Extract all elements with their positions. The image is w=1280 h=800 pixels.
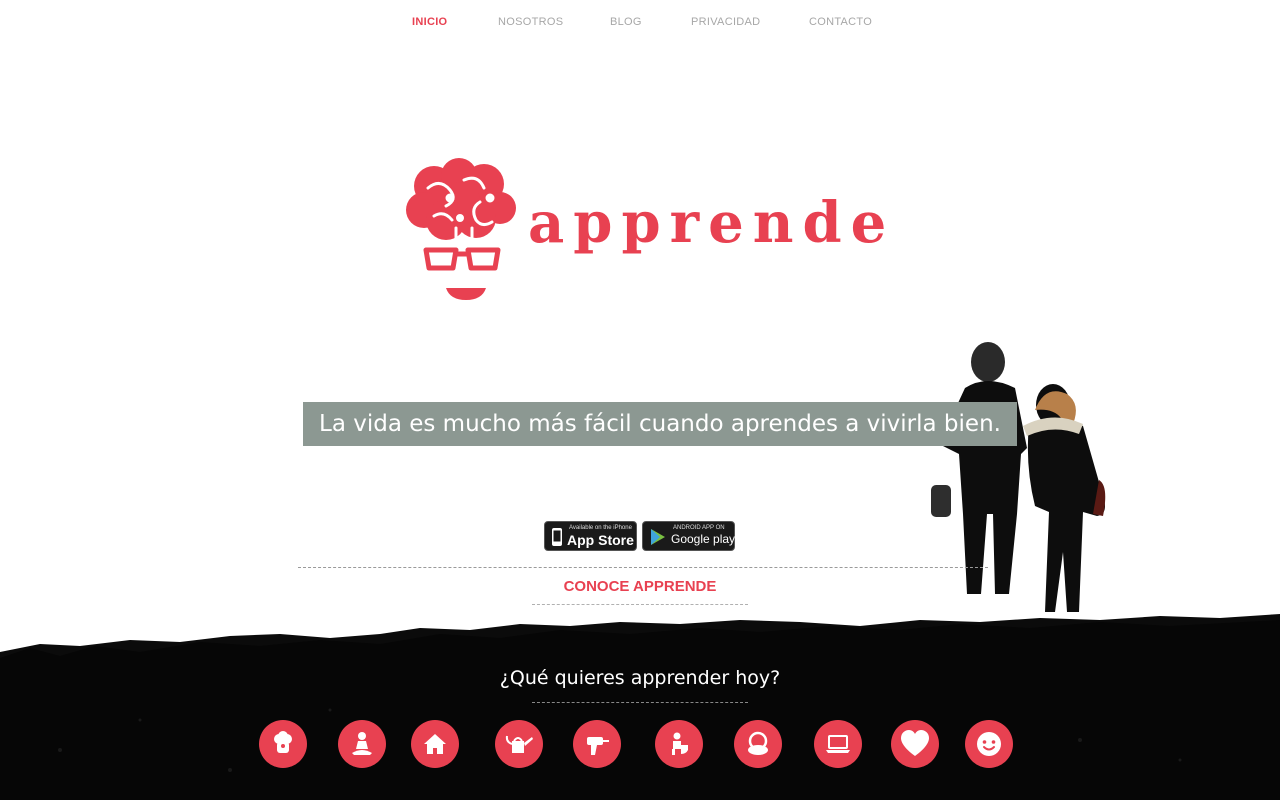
- category-hogar[interactable]: [411, 720, 459, 768]
- app-store-caption: Available on the iPhone: [569, 525, 632, 531]
- google-play-caption: ANDROID APP ON: [673, 525, 725, 531]
- chef-hat-icon: [274, 731, 292, 753]
- category-belleza[interactable]: [734, 720, 782, 768]
- brand-wordmark: apprende: [528, 190, 896, 256]
- brand-logo[interactable]: apprende: [404, 158, 886, 308]
- watering-can-icon: [505, 735, 533, 753]
- heart-icon: [901, 730, 929, 756]
- category-bienestar[interactable]: [338, 720, 386, 768]
- home-icon: [424, 734, 446, 754]
- brain-glasses-icon: [406, 158, 516, 300]
- category-ocio[interactable]: [965, 720, 1013, 768]
- category-jardin[interactable]: [495, 720, 543, 768]
- laptop-icon: [826, 735, 850, 753]
- divider: [298, 567, 988, 568]
- categories-question: ¿Qué quieres apprender hoy?: [499, 667, 781, 689]
- category-tecnologia[interactable]: [814, 720, 862, 768]
- nav-nosotros[interactable]: NOSOTROS: [498, 16, 563, 28]
- play-triangle-icon: [651, 529, 665, 545]
- category-salud[interactable]: [655, 720, 703, 768]
- nav-blog[interactable]: BLOG: [610, 16, 642, 28]
- grass-silhouette: [0, 614, 1280, 800]
- question-underline: [532, 702, 748, 703]
- conoce-apprende-link[interactable]: CONOCE APPRENDE: [530, 578, 750, 595]
- google-play-label: Google play: [671, 532, 736, 546]
- hero-tagline: La vida es mucho más fácil cuando aprend…: [303, 402, 1017, 446]
- nav-inicio[interactable]: INICIO: [412, 16, 447, 28]
- makeup-compact-icon: [748, 731, 768, 755]
- app-store-label: App Store: [567, 532, 634, 548]
- nav-privacidad[interactable]: PRIVACIDAD: [691, 16, 760, 28]
- smiley-icon: [977, 732, 1001, 756]
- toilet-icon: [672, 732, 688, 755]
- nav-contacto[interactable]: CONTACTO: [809, 16, 872, 28]
- meditation-icon: [352, 732, 372, 755]
- top-navigation: INICIO NOSOTROS BLOG PRIVACIDAD CONTACTO: [0, 14, 1280, 34]
- category-relaciones[interactable]: [891, 720, 939, 768]
- couple-silhouette: [931, 342, 1106, 612]
- iphone-icon: [552, 528, 562, 546]
- drill-icon: [587, 737, 609, 755]
- google-play-button[interactable]: ANDROID APP ON Google play: [642, 521, 735, 551]
- category-cocina[interactable]: [259, 720, 307, 768]
- cta-underline: [532, 604, 748, 605]
- category-bricolaje[interactable]: [573, 720, 621, 768]
- app-store-button[interactable]: Available on the iPhone App Store: [544, 521, 637, 551]
